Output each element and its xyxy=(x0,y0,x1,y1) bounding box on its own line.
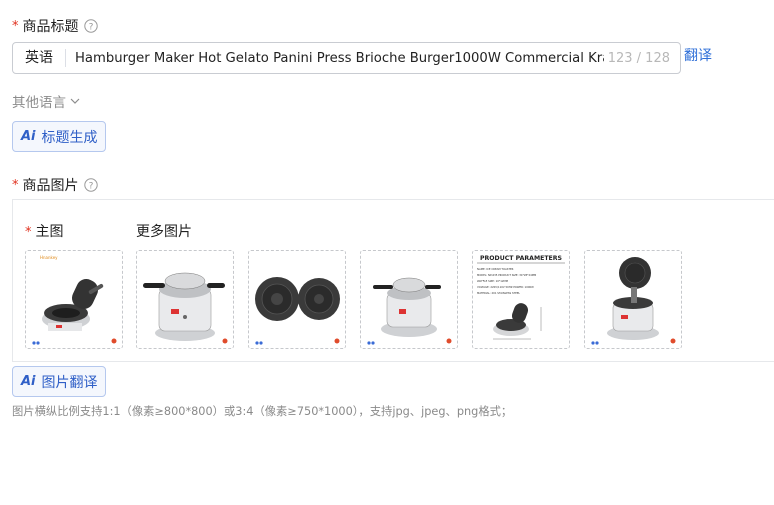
parameters-heading: PRODUCT PARAMETERS xyxy=(480,255,562,262)
more-image-thumbnail[interactable] xyxy=(584,250,682,349)
brand-watermark: Hnankey xyxy=(40,255,58,260)
product-title-label-text: 商品标题 xyxy=(22,19,79,35)
svg-text:?: ? xyxy=(88,181,93,191)
ai-icon: Ai xyxy=(21,374,36,389)
waffle-maker-open-front-image xyxy=(591,257,676,345)
svg-text:WAFFLE SIZE: 10*12MM: WAFFLE SIZE: 10*12MM xyxy=(477,279,508,283)
ai-title-generate-button[interactable]: Ai 标题生成 xyxy=(12,121,106,152)
svg-text:?: ? xyxy=(88,22,93,32)
main-image-label: * 主图 xyxy=(25,221,64,241)
waffle-plates-image xyxy=(255,277,340,345)
required-mark: * xyxy=(12,177,19,193)
ai-icon: Ai xyxy=(21,129,36,144)
char-counter: 123 / 128 xyxy=(603,50,680,66)
translate-link[interactable]: 翻译 xyxy=(684,45,712,65)
product-title-input[interactable]: 英语 Hamburger Maker Hot Gelato Panini Pre… xyxy=(12,42,681,74)
waffle-maker-open-image: Hnankey xyxy=(32,255,117,345)
more-image-thumbnail[interactable] xyxy=(248,250,346,349)
svg-text:VOLTAGE: 220V/110V 50HZ POWE: VOLTAGE: 220V/110V 50HZ POWER: 1000W xyxy=(477,285,534,289)
product-title-value[interactable]: Hamburger Maker Hot Gelato Panini Press … xyxy=(66,51,604,66)
product-images-label-text: 商品图片 xyxy=(22,178,79,194)
help-icon[interactable]: ? xyxy=(83,178,98,192)
other-languages-toggle[interactable]: 其他语言 xyxy=(12,91,81,111)
product-title-label: * 商品标题 ? xyxy=(12,16,98,36)
ai-image-translate-label: 图片翻译 xyxy=(41,374,98,391)
help-icon[interactable]: ? xyxy=(83,19,98,33)
main-image-label-text: 主图 xyxy=(35,224,64,240)
more-image-thumbnail[interactable]: PRODUCT PARAMETERS NAME: ICE CREAM TOAST… xyxy=(472,250,570,349)
image-format-hint: 图片横纵比例支持1:1（像素≥800*800）或3:4（像素≥750*1000）… xyxy=(12,405,513,418)
more-image-thumbnail[interactable] xyxy=(360,250,458,349)
product-images-label: * 商品图片 ? xyxy=(12,175,98,195)
svg-text:MATERIAL: 201 STAINLESS STEEL: MATERIAL: 201 STAINLESS STEEL xyxy=(477,291,521,295)
required-mark: * xyxy=(25,225,32,240)
language-tag[interactable]: 英语 xyxy=(13,49,66,67)
other-languages-label: 其他语言 xyxy=(12,95,66,111)
svg-text:MODEL: NP-635 PRODUCT SIZE:: MODEL: NP-635 PRODUCT SIZE: 34*28*24MM xyxy=(477,273,536,277)
main-image-thumbnail[interactable]: Hnankey xyxy=(25,250,123,349)
product-parameters-image: PRODUCT PARAMETERS NAME: ICE CREAM TOAST… xyxy=(477,255,565,340)
more-image-thumbnail[interactable] xyxy=(136,250,234,349)
more-images-label: 更多图片 xyxy=(136,224,192,240)
ai-title-generate-label: 标题生成 xyxy=(41,129,98,146)
ai-image-translate-button[interactable]: Ai 图片翻译 xyxy=(12,366,106,397)
chevron-down-icon xyxy=(70,98,80,104)
required-mark: * xyxy=(12,18,19,34)
waffle-maker-closed-image xyxy=(143,272,228,344)
waffle-maker-closed-angle-image xyxy=(367,277,452,345)
svg-text:NAME: ICE CREAM TOASTER: NAME: ICE CREAM TOASTER xyxy=(477,267,514,271)
